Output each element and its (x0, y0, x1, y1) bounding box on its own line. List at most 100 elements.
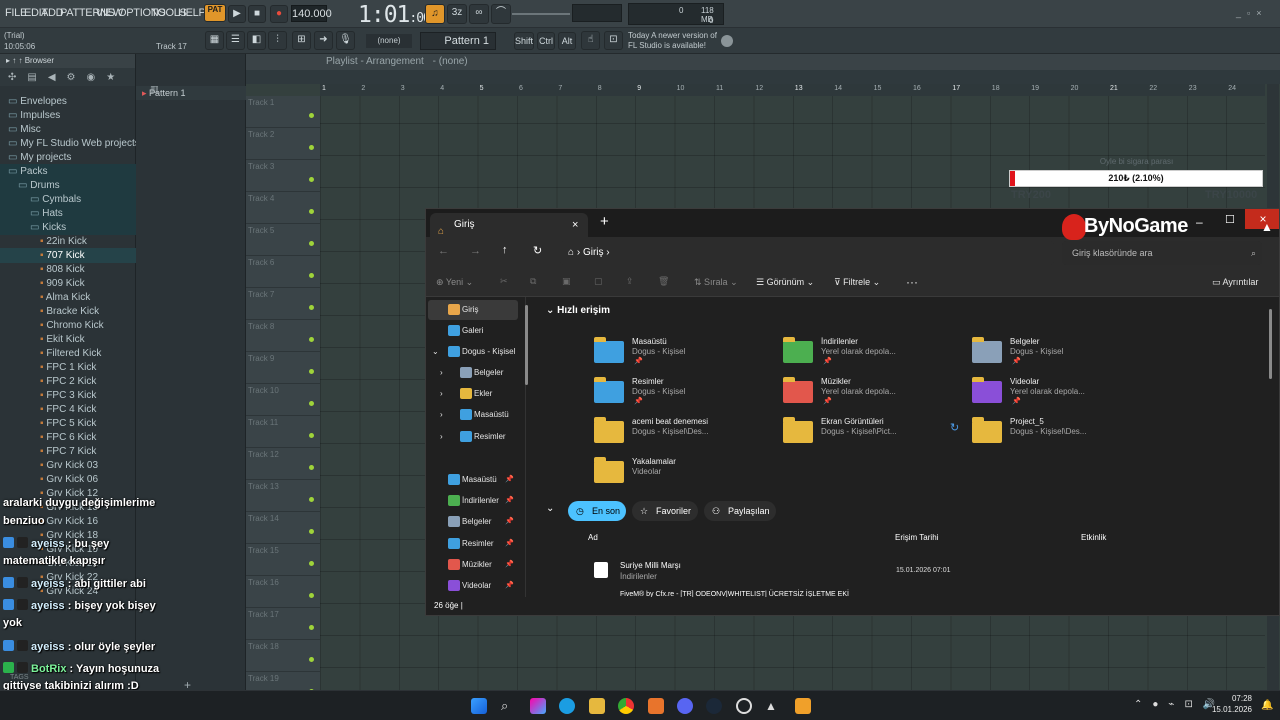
pointer-icon[interactable]: ☝ (581, 31, 600, 50)
column-activity[interactable]: Etkinlik (1081, 533, 1106, 542)
pin-icon[interactable]: 📌 (505, 576, 514, 596)
pin-icon[interactable]: 📌 (505, 491, 514, 511)
step-edit-icon[interactable]: 3z (447, 4, 467, 24)
file-row[interactable]: Suriye Milli Marşı İndirilenler 15.01.20… (576, 555, 1236, 585)
quick-access-item[interactable]: İndirilenler Yerel olarak depola... 📌 (783, 335, 963, 369)
browser-item[interactable]: ▪ FPC 7 Kick (0, 444, 136, 459)
news-line-1[interactable]: Today A newer version of (628, 31, 717, 40)
browser-item[interactable]: ▪ FPC 3 Kick (0, 388, 136, 403)
track-mute-led[interactable] (309, 465, 314, 470)
track-mute-led[interactable] (309, 337, 314, 342)
chevron-icon[interactable]: ⌄ (432, 342, 439, 362)
browser-item[interactable]: ▭ Impulses (0, 108, 136, 123)
delete-icon[interactable]: 🗑 (658, 276, 669, 287)
nav-item[interactable]: › Ekler (428, 384, 518, 404)
mixer-icon[interactable]: ⫶ (268, 31, 287, 50)
play-button[interactable]: ▶ (228, 5, 246, 23)
track-mute-led[interactable] (309, 113, 314, 118)
browser-item[interactable]: ▪ FPC 1 Kick (0, 360, 136, 375)
browser-item[interactable]: ▪ Bracke Kick (0, 304, 136, 319)
browser-item[interactable]: ▭ Misc (0, 122, 136, 137)
track-mute-led[interactable] (309, 241, 314, 246)
loop-record-icon[interactable]: ⌒ (491, 4, 511, 24)
quick-access-item[interactable]: Ekran Görüntüleri Dogus - Kişisel\Pict... (783, 415, 963, 449)
new-tab-icon[interactable]: + (600, 213, 609, 230)
track-mute-led[interactable] (309, 561, 314, 566)
quick-access-item[interactable]: acemi beat denemesi Dogus - Kişisel\Des..… (594, 415, 774, 449)
quick-access-header[interactable]: ⌄ Hızlı erişim (546, 305, 610, 316)
plugin-icon[interactable]: ⊞ (292, 31, 311, 50)
close-tab-icon[interactable]: × (572, 213, 578, 237)
track-mute-led[interactable] (309, 657, 314, 662)
browser-item[interactable]: ▪ Grv Kick 06 (0, 472, 136, 487)
new-button[interactable]: ⊕ Yeni ⌄ (436, 277, 473, 288)
pin-icon[interactable]: 📌 (505, 470, 514, 490)
track-mute-led[interactable] (309, 273, 314, 278)
nav-item[interactable]: Belgeler 📌 (428, 512, 518, 532)
track-mute-led[interactable] (309, 305, 314, 310)
details-button[interactable]: ▭ Ayrıntılar (1212, 277, 1258, 288)
refresh-icon[interactable]: ↻ (533, 244, 542, 257)
grid-icon[interactable]: ▥ (150, 84, 159, 95)
browser-item[interactable]: ▪ FPC 5 Kick (0, 416, 136, 431)
discord-icon[interactable] (677, 698, 693, 714)
browser-item[interactable]: ▪ FPC 6 Kick (0, 430, 136, 445)
quick-access-item[interactable]: Müzikler Yerel olarak depola... 📌 (783, 375, 963, 409)
browser-item[interactable]: ▪ Ekit Kick (0, 332, 136, 347)
nav-item[interactable]: › Resimler (428, 427, 518, 447)
browser-item[interactable]: ▭ Drums (0, 178, 136, 193)
bar-ruler[interactable]: 1 2 3 4 5 6 7 8 9 10 11 12 13 14 15 16 17 18 19 20 21 22 23 24 (320, 84, 1265, 96)
fl-studio-icon[interactable] (795, 698, 811, 714)
browser-item[interactable]: ▭ Hats (0, 206, 136, 221)
copilot-icon[interactable] (530, 698, 546, 714)
browser-item[interactable]: ▭ My projects (0, 150, 136, 165)
copy-icon[interactable]: ⧉ (530, 276, 536, 287)
track-header[interactable]: Track 5 (246, 224, 320, 256)
news-line-2[interactable]: FL Studio is available! (628, 41, 706, 50)
track-header[interactable]: Track 8 (246, 320, 320, 352)
chevron-icon[interactable]: › (440, 427, 443, 447)
quick-access-item[interactable]: Resimler Dogus - Kişisel 📌 (594, 375, 774, 409)
tempo-display[interactable]: 140.000 (291, 5, 332, 22)
track-mute-led[interactable] (309, 433, 314, 438)
track-header[interactable]: Track 4 (246, 192, 320, 224)
browser-item[interactable]: ▪ 22in Kick (0, 234, 136, 249)
wait-icon[interactable]: ∞ (469, 4, 489, 24)
pin-icon[interactable]: 📌 (505, 534, 514, 554)
nav-item[interactable]: Resimler 📌 (428, 534, 518, 554)
app-icon[interactable] (648, 698, 664, 714)
tab-shared[interactable]: ⚇ Paylaşılan (704, 501, 776, 521)
pattern-selector[interactable]: Pattern 1 (420, 32, 496, 50)
stop-button[interactable]: ■ (248, 5, 266, 23)
explorer-icon[interactable] (589, 698, 605, 714)
track-header[interactable]: Track 9 (246, 352, 320, 384)
maximize-icon[interactable]: ☐ (1225, 213, 1235, 226)
arrow-icon[interactable]: ➜ (314, 31, 333, 50)
browser-item[interactable]: ▭ Cymbals (0, 192, 136, 207)
globe-icon[interactable]: ◉ (87, 72, 96, 83)
track-mute-led[interactable] (309, 529, 314, 534)
nav-item[interactable]: Videolar 📌 (428, 576, 518, 596)
pin-icon[interactable]: 📌 (505, 512, 514, 532)
track-mute-led[interactable] (309, 497, 314, 502)
nav-item[interactable]: İndirilenler 📌 (428, 491, 518, 511)
piano-roll-icon[interactable]: ☰ (226, 31, 245, 50)
filter-button[interactable]: ⊽ Filtrele ⌄ (834, 277, 880, 288)
track-header[interactable]: Track 15 (246, 544, 320, 576)
recent-collapse-icon[interactable]: ⌄ (546, 503, 554, 514)
nav-item[interactable]: Müzikler 📌 (428, 555, 518, 575)
browser-item[interactable]: ▪ 707 Kick (0, 248, 136, 263)
nav-item[interactable]: Giriş (428, 300, 518, 320)
track-header[interactable]: Track 17 (246, 608, 320, 640)
track-mute-led[interactable] (309, 593, 314, 598)
collapse-icon[interactable]: ✣ (8, 72, 16, 83)
nav-item[interactable]: Galeri (428, 321, 518, 341)
tab-recent[interactable]: ◷ En son (568, 501, 626, 521)
nav-item[interactable]: › Masaüstü (428, 405, 518, 425)
track-mute-led[interactable] (309, 209, 314, 214)
track-header[interactable]: Track 1 (246, 96, 320, 128)
browser-item[interactable]: ▪ Chromo Kick (0, 318, 136, 333)
start-icon[interactable] (471, 698, 487, 714)
browser-item[interactable]: ▭ My FL Studio Web projects (0, 136, 140, 151)
alt-button[interactable]: Alt (558, 32, 576, 50)
